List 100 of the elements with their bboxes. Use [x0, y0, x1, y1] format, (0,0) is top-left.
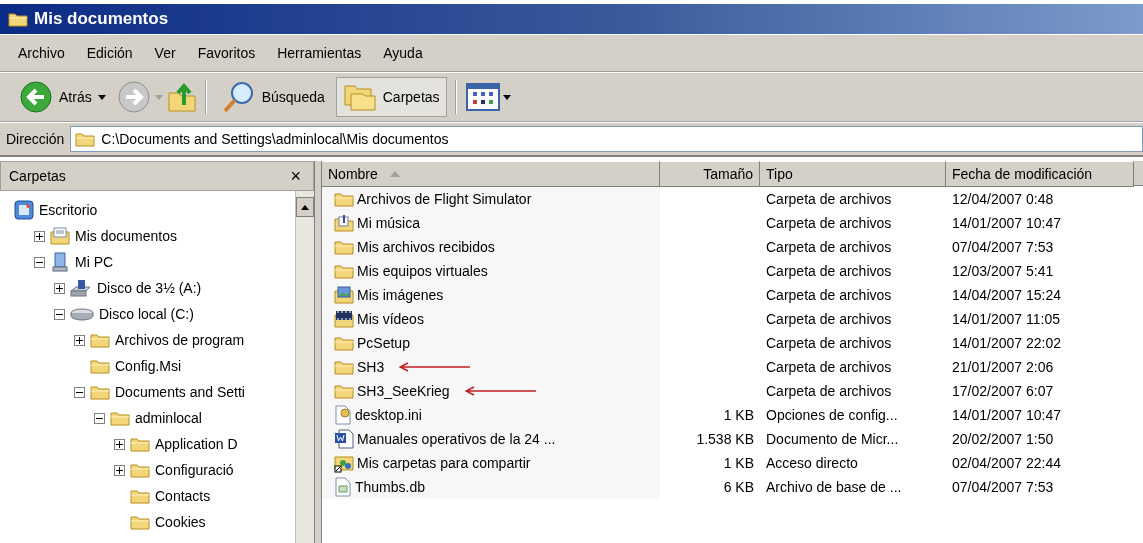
menu-item[interactable]: Archivo	[10, 41, 73, 65]
tree-item[interactable]: Mi PC	[75, 254, 114, 270]
expand-icon[interactable]	[74, 334, 85, 346]
tree-item[interactable]: Escritorio	[39, 202, 98, 218]
folder-icon	[110, 410, 130, 426]
header-background	[1134, 161, 1143, 186]
file-date: 14/04/2007 15:24	[952, 287, 1061, 303]
file-name[interactable]: Thumbs.db	[355, 479, 426, 495]
tree-item[interactable]: Application D	[155, 436, 238, 452]
file-type: Carpeta de archivos	[766, 359, 892, 375]
folder-icon	[334, 191, 354, 207]
file-date: 17/02/2007 6:07	[952, 383, 1054, 399]
tree-item[interactable]: Disco de 3½ (A:)	[97, 280, 202, 296]
column-header[interactable]: Nombre	[322, 161, 660, 187]
folders-button[interactable]: Carpetas	[335, 77, 447, 117]
folder-icon	[130, 462, 150, 478]
file-name[interactable]: SH3	[357, 359, 385, 375]
column-header[interactable]: Tipo	[760, 161, 946, 187]
file-name[interactable]: desktop.ini	[355, 407, 422, 423]
file-size: 1 KB	[723, 455, 754, 471]
desktop-icon	[14, 200, 34, 220]
folder-icon	[334, 335, 354, 351]
menu-item[interactable]: Ayuda	[375, 41, 431, 65]
menu-item[interactable]: Ver	[146, 41, 184, 65]
tree-item[interactable]: Config.Msi	[115, 358, 182, 374]
file-type: Carpeta de archivos	[766, 335, 892, 351]
file-date: 14/01/2007 22:02	[952, 335, 1061, 351]
folders-icon	[342, 82, 377, 112]
tree-item[interactable]: Cookies	[155, 514, 206, 530]
expand-icon[interactable]	[34, 230, 45, 242]
tree-item[interactable]: Archivos de program	[115, 332, 245, 348]
folder-icon	[334, 383, 354, 399]
file-type: Carpeta de archivos	[766, 287, 892, 303]
hard-drive-icon	[70, 307, 94, 321]
expand-icon[interactable]	[114, 438, 125, 450]
tree-item[interactable]: adminlocal	[135, 410, 202, 426]
file-size: 1 KB	[723, 407, 754, 423]
menu-item[interactable]: Edición	[78, 41, 141, 65]
expand-icon[interactable]	[114, 464, 125, 476]
close-button[interactable]: ×	[286, 165, 305, 187]
file-name[interactable]: Mi música	[357, 215, 420, 231]
file-date: 14/01/2007 10:47	[952, 407, 1061, 423]
back-button[interactable]: Atrás	[12, 75, 113, 119]
tree-item[interactable]: Documents and Setti	[115, 384, 245, 400]
tree-item[interactable]: Contacts	[155, 488, 211, 504]
file-type: Carpeta de archivos	[766, 191, 892, 207]
scroll-up-icon[interactable]	[301, 204, 309, 210]
column-header[interactable]: Tamaño	[660, 161, 760, 187]
column-header[interactable]: Fecha de modificación	[946, 161, 1134, 187]
folder-icon	[130, 488, 150, 504]
folder-icon	[334, 239, 354, 255]
search-icon	[221, 80, 256, 114]
folder-icon	[130, 514, 150, 530]
pane-title: Carpetas	[9, 168, 66, 184]
address-field[interactable]: C:\Documents and Settings\adminlocal\Mis documentos	[70, 126, 1143, 152]
folder-icon	[334, 263, 354, 279]
folder-icon	[8, 11, 28, 27]
expand-icon[interactable]	[54, 282, 65, 294]
collapse-icon[interactable]	[34, 256, 45, 268]
forward-button[interactable]	[116, 80, 151, 114]
file-size: 6 KB	[723, 479, 754, 495]
file-date: 12/03/2007 5:41	[952, 263, 1054, 279]
file-date: 14/01/2007 11:05	[952, 311, 1060, 327]
tree-item[interactable]: Disco local (C:)	[99, 306, 194, 322]
file-date: 12/04/2007 0:48	[952, 191, 1054, 207]
file-name[interactable]: SH3_SeeKrieg	[357, 383, 450, 399]
music-folder-icon	[334, 214, 354, 232]
views-icon[interactable]	[464, 82, 511, 112]
folder-icon	[75, 131, 96, 147]
sort-ascending-icon	[389, 171, 400, 177]
tree-item[interactable]: Mis documentos	[75, 228, 177, 244]
menu-item[interactable]: Favoritos	[189, 41, 264, 65]
folder-icon	[130, 436, 150, 452]
collapse-icon[interactable]	[94, 412, 105, 424]
file-name[interactable]: Mis imágenes	[357, 287, 444, 303]
file-type: Carpeta de archivos	[766, 383, 892, 399]
folder-up-icon[interactable]	[166, 81, 197, 113]
file-type: Carpeta de archivos	[766, 215, 892, 231]
file-date: 07/04/2007 7:53	[952, 479, 1054, 495]
file-date: 14/01/2007 10:47	[952, 215, 1061, 231]
scrollbar[interactable]	[295, 191, 314, 543]
file-date: 02/04/2007 22:44	[952, 455, 1061, 471]
computer-icon	[50, 252, 70, 272]
file-type: Opciones de config...	[766, 407, 898, 423]
file-date: 07/04/2007 7:53	[952, 239, 1054, 255]
menu-item[interactable]: Herramientas	[269, 41, 370, 65]
file-date: 20/02/2007 1:50	[952, 431, 1054, 447]
file-type: Archivo de base de ...	[766, 479, 902, 495]
file-type: Acceso directo	[766, 455, 858, 471]
folder-icon	[90, 384, 110, 400]
file-size: 1.538 KB	[696, 431, 754, 447]
tree-item[interactable]: Configuració	[155, 462, 234, 478]
picture-folder-icon	[334, 286, 354, 304]
file-name[interactable]: Mis vídeos	[357, 311, 424, 327]
search-button[interactable]: Búsqueda	[214, 75, 332, 119]
collapse-icon[interactable]	[54, 308, 65, 320]
file-type: Documento de Micr...	[766, 431, 899, 447]
collapse-icon[interactable]	[74, 386, 85, 398]
floppy-drive-icon	[70, 279, 92, 297]
file-name[interactable]: PcSetup	[357, 335, 410, 351]
